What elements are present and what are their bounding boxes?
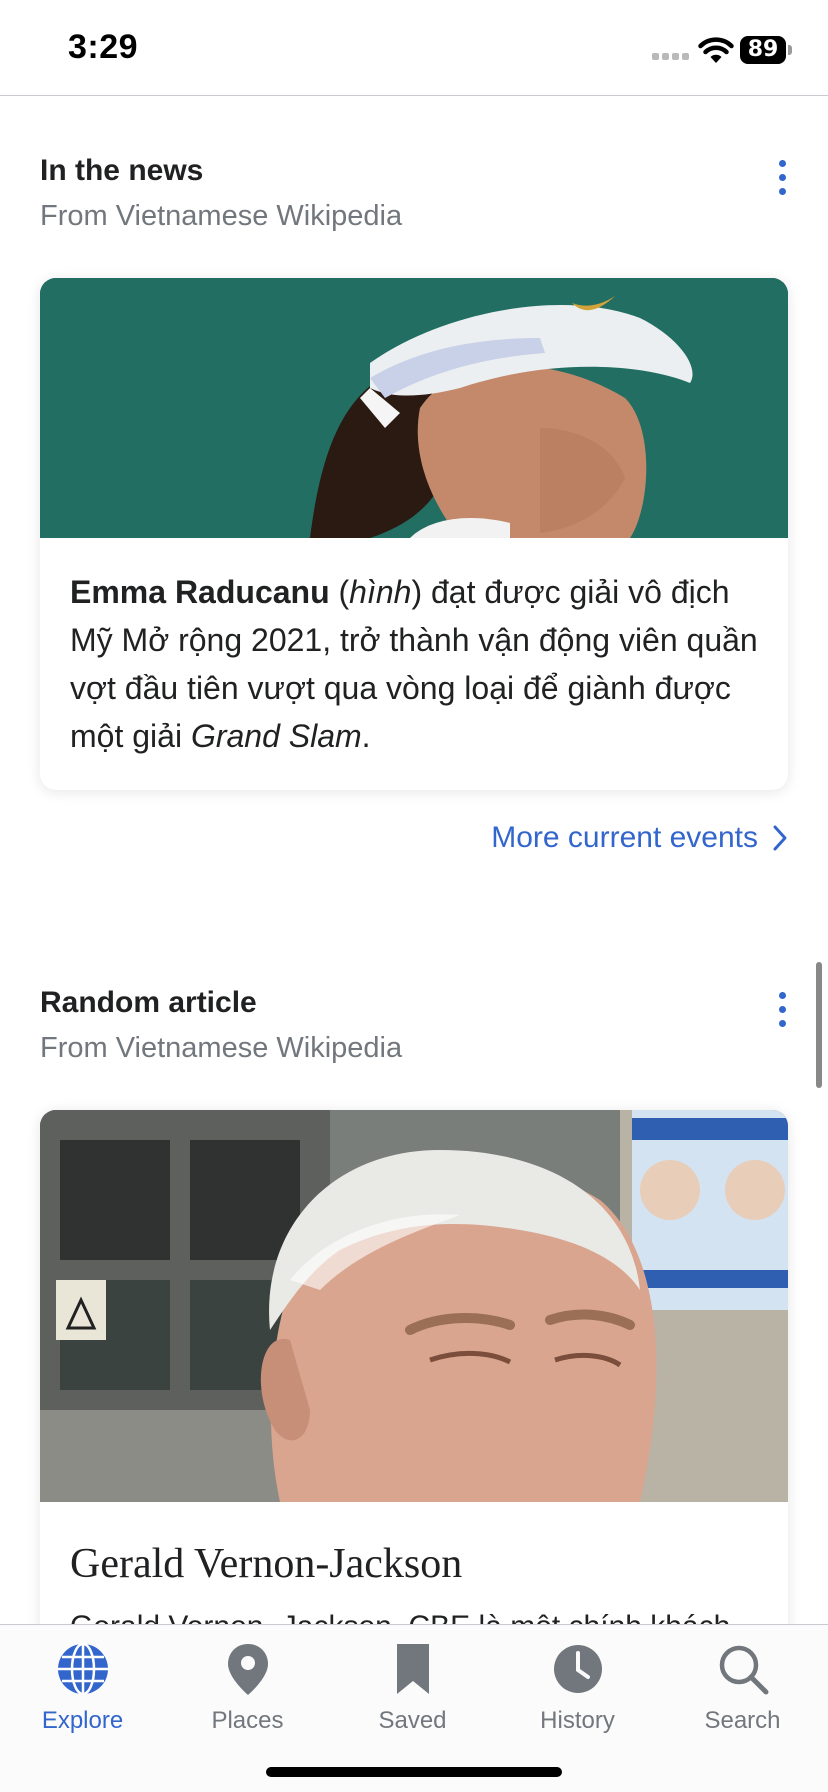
news-story-event-link[interactable]: Grand Slam <box>191 718 362 754</box>
status-bar: 3:29 89 <box>0 0 828 96</box>
news-story-name[interactable]: Emma Raducanu <box>70 574 330 610</box>
news-image <box>40 278 788 538</box>
search-icon <box>719 1645 768 1695</box>
more-current-events-label[interactable]: More current events <box>491 821 758 855</box>
tab-saved[interactable]: Saved <box>330 1633 495 1743</box>
random-article-image <box>40 1110 788 1502</box>
tab-places-label: Places <box>211 1707 284 1734</box>
bookmark-icon <box>396 1644 429 1694</box>
random-more-menu-button[interactable] <box>770 988 794 1032</box>
map-pin-icon <box>227 1644 268 1695</box>
clock-icon <box>553 1645 602 1693</box>
wifi-icon <box>698 37 734 63</box>
news-story-image-ref: hình <box>349 574 412 610</box>
scroll-indicator[interactable] <box>816 962 822 1088</box>
chevron-right-icon <box>773 825 787 851</box>
globe-icon <box>57 1642 108 1696</box>
tab-history[interactable]: History <box>495 1633 660 1743</box>
tab-search-label: Search <box>704 1707 781 1734</box>
tab-places[interactable]: Places <box>165 1633 330 1743</box>
cellular-signal-icon <box>652 53 690 61</box>
battery-icon: 89 <box>740 36 792 64</box>
random-section-title: Random article <box>40 986 257 1019</box>
tab-search[interactable]: Search <box>660 1633 825 1743</box>
news-story-text[interactable]: Emma Raducanu (hình) đạt được giải vô đị… <box>70 568 770 760</box>
news-more-menu-button[interactable] <box>770 156 794 200</box>
random-article-card[interactable]: Gerald Vernon-Jackson Gerald Vernon- Jac… <box>40 1110 788 1710</box>
home-indicator[interactable] <box>266 1767 562 1777</box>
random-section-subtitle: From Vietnamese Wikipedia <box>40 1032 403 1064</box>
news-section-subtitle: From Vietnamese Wikipedia <box>40 200 403 232</box>
battery-level: 89 <box>740 36 786 64</box>
news-section-title: In the news <box>40 154 204 187</box>
news-card[interactable]: Emma Raducanu (hình) đạt được giải vô đị… <box>40 278 788 790</box>
tab-history-label: History <box>540 1707 615 1734</box>
news-story-open-paren: ( <box>329 574 350 610</box>
tab-saved-label: Saved <box>378 1707 447 1734</box>
more-current-events-link[interactable]: More current events <box>491 818 788 858</box>
tab-explore-label: Explore <box>41 1707 124 1734</box>
news-story-end: . <box>361 718 371 754</box>
tab-explore[interactable]: Explore <box>0 1633 165 1743</box>
random-article-title[interactable]: Gerald Vernon-Jackson <box>70 1540 462 1588</box>
status-time: 3:29 <box>68 28 139 66</box>
